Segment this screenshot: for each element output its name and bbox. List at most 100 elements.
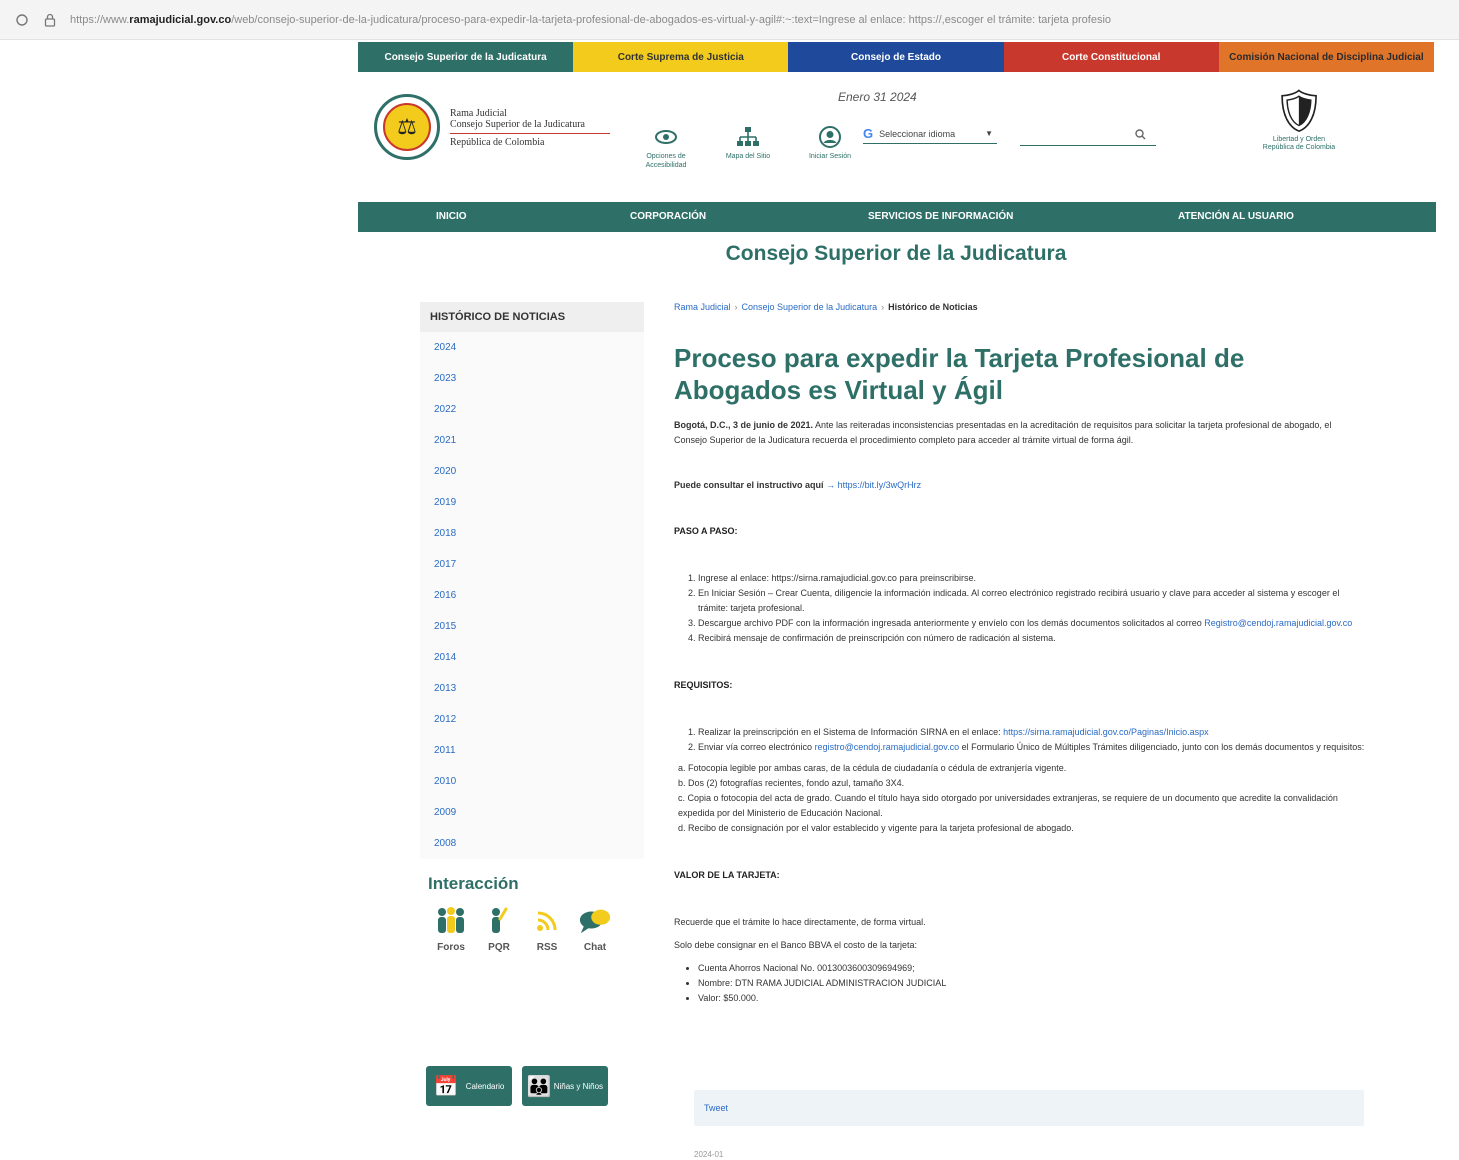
year-link[interactable]: 2018 [420,518,644,549]
tweet-button[interactable]: Tweet [694,1090,1364,1126]
sidebar-heading: HISTÓRICO DE NOTICIAS [420,302,644,332]
breadcrumb-separator: › [734,302,738,312]
foros-label: Foros [437,942,465,953]
inst-divider [450,133,610,134]
corp-link-comision-disciplina[interactable]: Comisión Nacional de Disciplina Judicial [1218,42,1435,72]
kids-banner-label: Niñas y Niños [553,1081,604,1091]
year-link[interactable]: 2024 [420,332,644,363]
login-button[interactable]: Iniciar Sesión [800,124,860,170]
registro-email-link[interactable]: Registro@cendoj.ramajudicial.gov.co [1204,618,1352,628]
sirna-link[interactable]: https://sirna.ramajudicial.gov.co/Pagina… [1003,727,1208,737]
browser-url-bar[interactable]: https://www.ramajudicial.gov.co/web/cons… [0,0,1459,40]
user-icon [817,124,843,150]
colombia-shield: 🛡 Libertad y Orden República de Colombia [1262,86,1336,152]
accessibility-label: Opciones de Accesibilidad [645,153,687,169]
instructivo-line: Puede consultar el instructivo aquí → ht… [674,478,1368,493]
paso-item: Recibirá mensaje de confirmación de prei… [698,631,1368,646]
year-link[interactable]: 2010 [420,766,644,797]
lead-dateline: Bogotá, D.C., 3 de junio de 2021. [674,420,814,430]
instructivo-link[interactable]: https://bit.ly/3wQrHrz [838,480,922,490]
year-link[interactable]: 2023 [420,363,644,394]
children-icon: 👪 [526,1075,552,1098]
search-input[interactable] [1020,129,1132,140]
year-link[interactable]: 2016 [420,580,644,611]
year-link[interactable]: 2022 [420,394,644,425]
paso-heading: PASO A PASO: [674,526,738,536]
breadcrumb-current: Histórico de Noticias [888,302,978,312]
rss-label: RSS [536,942,558,953]
foros-link[interactable]: Foros [432,904,470,953]
nav-inicio[interactable]: INICIO [436,211,467,222]
sitemap-button[interactable]: Mapa del Sitio [718,124,778,170]
instructivo-label: Puede consultar el instructivo aquí [674,480,824,490]
rama-judicial-logo[interactable]: ⚖ [374,94,440,160]
google-translate-icon: G [863,126,874,141]
corp-link-consejo-estado[interactable]: Consejo de Estado [788,42,1004,72]
year-link[interactable]: 2021 [420,425,644,456]
year-link[interactable]: 2019 [420,487,644,518]
person-raise-hand-icon [482,904,516,938]
calendar-banner-label: Calendario [465,1081,505,1091]
valor-paragraph-1: Recuerde que el trámite lo hace directam… [674,917,926,927]
chat-label: Chat [583,942,607,953]
valor-item: Cuenta Ahorros Nacional No. 001300360030… [698,961,1368,976]
nav-servicios[interactable]: SERVICIOS DE INFORMACIÓN [868,211,1013,222]
login-label: Iniciar Sesión [808,153,852,160]
accessibility-button[interactable]: Opciones de Accesibilidad [636,124,696,170]
paso-list: Ingrese al enlace: https://sirna.ramajud… [674,571,1368,646]
sitemap-icon [735,124,761,150]
current-date: Enero 31 2024 [838,90,917,104]
header-tools: Opciones de Accesibilidad Mapa del Sitio… [636,124,860,170]
requisitos-heading: REQUISITOS: [674,680,733,690]
year-link[interactable]: 2013 [420,673,644,704]
coat-of-arms-icon: 🛡 [1272,87,1326,134]
calendar-icon: 📅 [433,1075,459,1098]
search-icon[interactable] [1132,127,1148,143]
rss-link[interactable]: RSS [528,904,566,953]
corp-link-csjusticia[interactable]: Corte Suprema de Justicia [573,42,789,72]
nav-atencion[interactable]: ATENCIÓN AL USUARIO [1178,211,1294,222]
corp-link-corte-constitucional[interactable]: Corte Constitucional [1003,42,1219,72]
chevron-down-icon: ▼ [985,129,993,138]
language-select[interactable]: G Seleccionar idioma ▼ [863,124,997,144]
requisito-item: Realizar la preinscripción en el Sistema… [698,725,1368,740]
kids-banner[interactable]: 👪 Niñas y Niños [522,1066,608,1106]
nav-corporacion[interactable]: CORPORACIÓN [630,211,706,222]
paso-item: Ingrese al enlace: https://sirna.ramajud… [698,571,1368,586]
calendar-banner[interactable]: 📅 Calendario [426,1066,512,1106]
valor-heading: VALOR DE LA TARJETA: [674,870,780,880]
req2-text-2: el Formulario Único de Múltiples Trámite… [959,742,1365,752]
year-link[interactable]: 2012 [420,704,644,735]
year-link[interactable]: 2020 [420,456,644,487]
breadcrumb-csj[interactable]: Consejo Superior de la Judicatura [742,302,878,312]
year-link[interactable]: 2015 [420,611,644,642]
lock-icon[interactable] [42,12,58,28]
year-link[interactable]: 2017 [420,549,644,580]
valor-item: Nombre: DTN RAMA JUDICIAL ADMINISTRACION… [698,976,1368,991]
year-link[interactable]: 2009 [420,797,644,828]
year-link[interactable]: 2008 [420,828,644,859]
language-label: Seleccionar idioma [879,128,956,139]
search-box [1020,124,1156,146]
year-link[interactable]: 2011 [420,735,644,766]
breadcrumb-rama[interactable]: Rama Judicial [674,302,731,312]
shield-outline-icon[interactable] [14,12,30,28]
chat-bubble-icon [578,904,612,938]
inst-line-3: República de Colombia [450,137,545,148]
valor-list: Cuenta Ahorros Nacional No. 001300360030… [674,961,1368,1006]
rss-icon [530,904,564,938]
corp-link-csj[interactable]: Consejo Superior de la Judicatura [358,42,574,72]
req2-text: Enviar vía correo electrónico [698,742,815,752]
shield-text: Libertad y Orden República de Colombia [1262,136,1336,151]
chat-link[interactable]: Chat [576,904,614,953]
requisito-item: Enviar vía correo electrónico registro@c… [698,740,1368,755]
eye-icon [653,124,679,150]
url-text[interactable]: https://www.ramajudicial.gov.co/web/cons… [70,14,1450,26]
pqr-label: PQR [488,942,510,953]
year-link[interactable]: 2014 [420,642,644,673]
interaction-title: Interacción [428,874,519,893]
registro-email-link-2[interactable]: registro@cendoj.ramajudicial.gov.co [815,742,960,752]
pqr-link[interactable]: PQR [480,904,518,953]
requisito-sub-item: d. Recibo de consignación por el valor e… [678,823,1074,833]
requisitos-list: Realizar la preinscripción en el Sistema… [674,725,1368,755]
